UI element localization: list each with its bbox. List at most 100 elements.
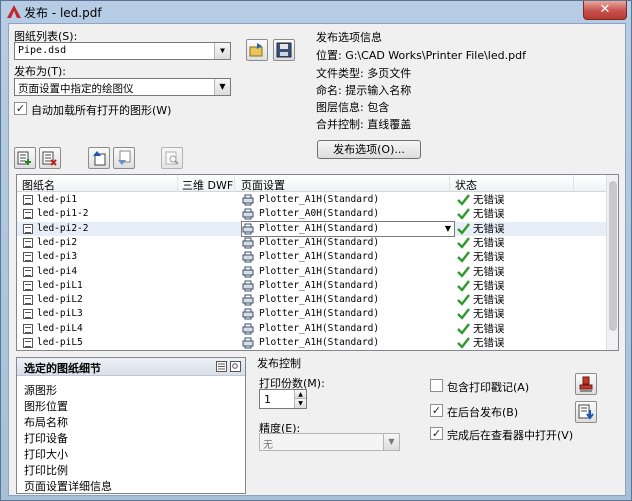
detail-plot-size: 打印大小 — [24, 448, 68, 461]
table-header: 图纸名 三维 DWF 页面设置 状态 — [17, 175, 607, 192]
page-setup-cell: Plotter_A1H(Standard) — [259, 265, 380, 277]
plot-stamp-settings-button[interactable] — [575, 373, 597, 395]
plotter-icon — [242, 323, 254, 335]
column-status[interactable]: 状态 — [455, 177, 477, 193]
background-publish-label: 在后台发布(B) — [447, 406, 519, 419]
publish-button[interactable] — [575, 401, 597, 423]
sheet-name-cell: led-piL5 — [37, 337, 83, 348]
options-info-title: 发布选项信息 — [316, 31, 382, 44]
sheet-name-cell: led-pi2-2 — [37, 222, 89, 234]
publish-options-button[interactable]: 发布选项(O)... — [317, 140, 421, 159]
page-setup-cell: Plotter_A1H(Standard) — [259, 236, 380, 248]
status-cell: 无错误 — [473, 294, 505, 307]
table-row[interactable]: led-pi2 Plotter_A1H(Standard) 无错误 — [17, 236, 607, 250]
include-stamp-checkbox[interactable] — [430, 379, 443, 392]
window-title: 发布 - led.pdf — [24, 6, 102, 20]
status-cell: 无错误 — [473, 308, 505, 321]
column-page-setup[interactable]: 页面设置 — [241, 177, 285, 193]
status-cell: 无错误 — [473, 279, 505, 292]
table-row[interactable]: led-pi2-2 ▼ Plotter_A1H(Standard) 无错误 — [17, 220, 607, 237]
detail-source-drawing: 源图形 — [24, 384, 57, 397]
sheet-name-cell: led-pi3 — [37, 251, 78, 263]
sheet-name-cell: led-piL2 — [37, 294, 83, 306]
sheet-name-cell: led-pi1-2 — [37, 208, 89, 220]
checkmark-icon — [457, 237, 470, 249]
move-sheet-down-button[interactable] — [113, 147, 135, 169]
sheet-details-panel: 选定的图纸细节 源图形 图形位置 布局名称 打印设备 打印大小 打印比例 页面设… — [16, 357, 246, 494]
vertical-scrollbar[interactable] — [606, 175, 618, 350]
auto-load-checkbox[interactable]: ✓ — [14, 102, 27, 115]
checkmark-icon — [457, 337, 470, 349]
sheet-name-cell: led-piL3 — [37, 308, 83, 320]
autocad-logo-icon — [7, 5, 21, 18]
title-bar: 发布 - led.pdf ✕ — [1, 1, 631, 23]
sheet-icon — [23, 223, 33, 234]
sheet-icon — [23, 295, 33, 306]
close-button[interactable]: ✕ — [583, 1, 627, 20]
plotter-icon — [242, 194, 254, 206]
chevron-down-icon: ▼ — [444, 223, 452, 233]
plotter-icon — [242, 251, 254, 263]
move-sheet-up-button[interactable] — [88, 147, 110, 169]
details-zoom-icon[interactable] — [230, 361, 241, 372]
sheet-icon — [23, 280, 33, 291]
publish-control-title: 发布控制 — [257, 357, 301, 370]
remove-sheets-button[interactable] — [39, 147, 61, 169]
checkmark-icon — [457, 308, 470, 321]
plotter-icon — [242, 280, 254, 292]
background-publish-checkbox[interactable]: ✓ — [430, 404, 443, 417]
table-row[interactable]: led-pi4 Plotter_A1H(Standard) 无错误 — [17, 265, 607, 279]
page-setup-cell: Plotter_A0H(Standard) — [259, 208, 380, 220]
table-row[interactable]: led-piL1 Plotter_A1H(Standard) 无错误 — [17, 279, 607, 293]
plotter-icon — [242, 294, 254, 306]
spin-down-icon[interactable]: ▼ — [294, 399, 306, 408]
column-3d-dwf[interactable]: 三维 DWF — [182, 177, 233, 193]
plotter-icon — [242, 308, 254, 320]
table-row[interactable]: led-piL5 Plotter_A1H(Standard) 无错误 — [17, 336, 607, 350]
table-row[interactable]: led-piL2 Plotter_A1H(Standard) 无错误 — [17, 293, 607, 307]
detail-drawing-location: 图形位置 — [24, 400, 68, 413]
auto-load-label: 自动加载所有打开的图形(W) — [31, 104, 172, 117]
publish-to-select[interactable]: 页面设置中指定的绘图仪 ▼ — [14, 78, 231, 96]
checkmark-icon — [457, 280, 470, 292]
details-list-icon[interactable] — [216, 361, 227, 372]
sheet-list-value: Pipe.dsd — [18, 45, 67, 56]
move-up-icon — [93, 151, 106, 166]
checkmark-icon — [457, 251, 470, 263]
chevron-down-icon: ▼ — [383, 434, 399, 450]
save-sheet-list-button[interactable] — [273, 39, 295, 61]
dialog-body: 图纸列表(S): Pipe.dsd ▼ 发布为(T): 页面设置中指定的绘图仪 … — [8, 23, 626, 496]
options-location: 位置: G:\CAD Works\Printer File\led.pdf — [316, 49, 526, 62]
precision-select[interactable]: 无 ▼ — [259, 433, 400, 451]
checkmark-icon — [457, 265, 470, 278]
page-setup-cell: Plotter_A1H(Standard) — [259, 308, 380, 320]
table-row[interactable]: led-piL3 Plotter_A1H(Standard) 无错误 — [17, 307, 607, 321]
sheet-list-select[interactable]: Pipe.dsd ▼ — [14, 42, 231, 60]
table-row[interactable]: led-pi1 Plotter_A1H(Standard) 无错误 — [17, 193, 607, 207]
status-cell: 无错误 — [473, 236, 505, 249]
status-cell: 无错误 — [473, 208, 505, 221]
publish-icon — [578, 404, 594, 420]
scrollbar-thumb[interactable] — [609, 181, 617, 331]
checkmark-icon — [457, 294, 470, 306]
plotter-icon — [242, 337, 254, 349]
sheet-name-cell: led-pi2 — [37, 236, 78, 248]
spin-up-icon[interactable]: ▲ — [294, 390, 306, 399]
copies-spinner[interactable]: 1 ▲ ▼ — [259, 389, 307, 409]
column-sheet-name[interactable]: 图纸名 — [22, 177, 55, 193]
detail-plot-scale: 打印比例 — [24, 464, 68, 477]
preview-button[interactable] — [161, 147, 183, 169]
page-setup-cell: Plotter_A1H(Standard) — [259, 251, 380, 263]
page-setup-cell: Plotter_A1H(Standard) — [259, 294, 380, 306]
table-row[interactable]: led-pi3 Plotter_A1H(Standard) 无错误 — [17, 250, 607, 264]
add-sheets-button[interactable] — [14, 147, 36, 169]
load-sheet-list-button[interactable] — [246, 39, 268, 61]
table-row[interactable]: led-pi1-2 Plotter_A0H(Standard) 无错误 — [17, 207, 607, 221]
chevron-down-icon: ▼ — [214, 43, 230, 59]
page-setup-cell: Plotter_A1H(Standard) — [259, 194, 380, 205]
open-viewer-checkbox[interactable]: ✓ — [430, 427, 443, 440]
options-merge-control: 合并控制: 直线覆盖 — [316, 118, 412, 131]
sheet-name-cell: led-piL1 — [37, 279, 83, 291]
table-row[interactable]: led-piL4 Plotter_A1H(Standard) 无错误 — [17, 322, 607, 336]
sheet-icon — [23, 237, 33, 248]
